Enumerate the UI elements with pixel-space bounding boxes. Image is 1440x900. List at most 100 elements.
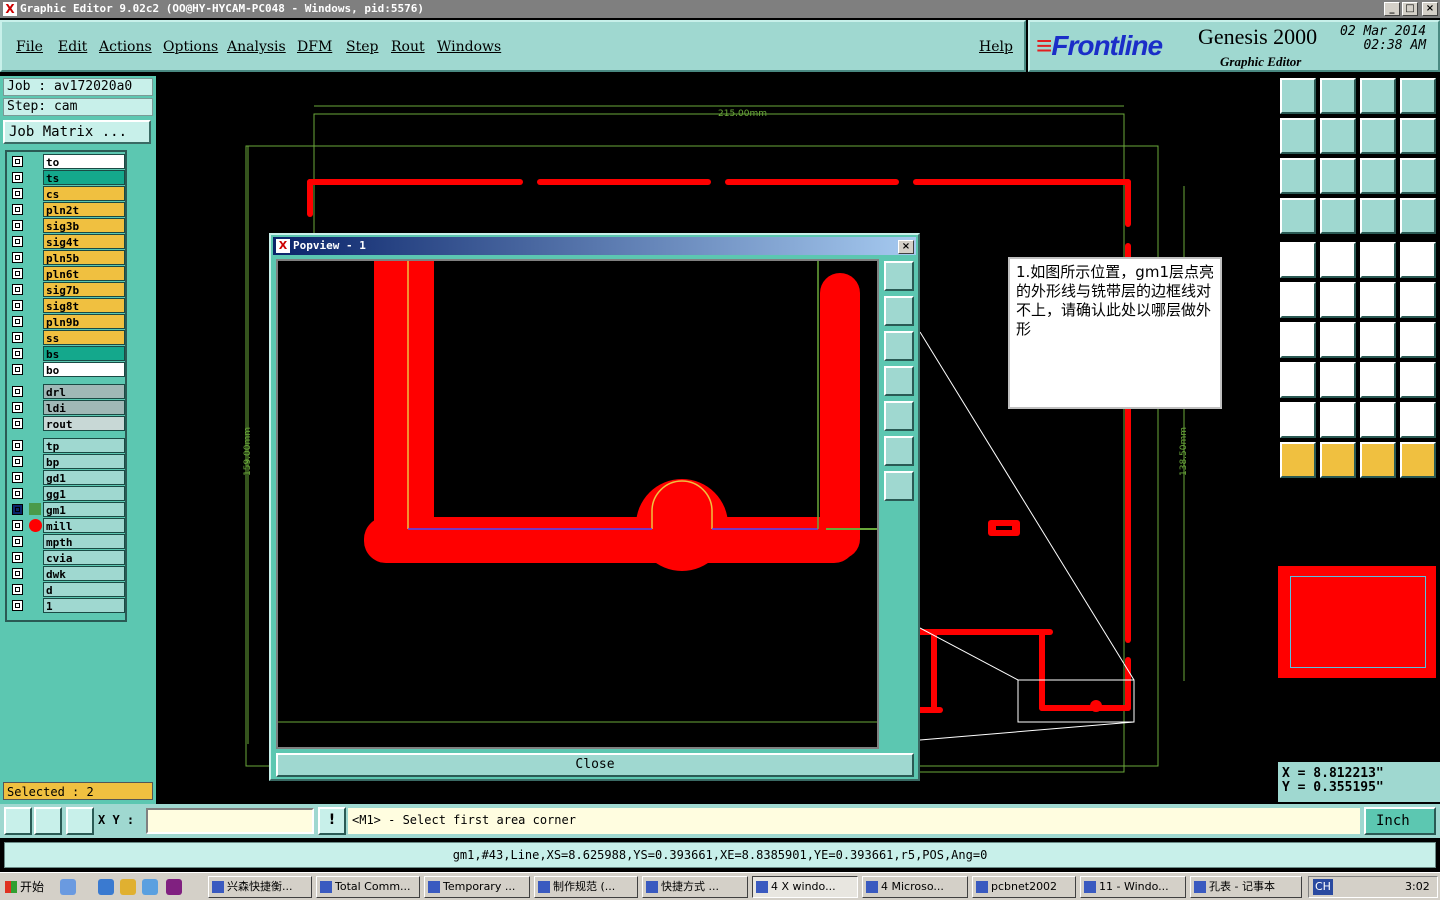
measure-icon[interactable]: [1360, 362, 1396, 398]
xy-input[interactable]: [146, 808, 314, 834]
layer-row-bo[interactable]: bo: [9, 362, 125, 377]
layer-row-dwk[interactable]: dwk: [9, 566, 125, 581]
layer-checkbox[interactable]: [12, 456, 23, 467]
layer-row-gd1[interactable]: gd1: [9, 470, 125, 485]
pad-icon[interactable]: [1400, 242, 1436, 278]
save-icon[interactable]: [1320, 78, 1356, 114]
layer-row-1[interactable]: 1: [9, 598, 125, 613]
layer-row-pln5b[interactable]: pln5b: [9, 250, 125, 265]
layer-name[interactable]: gg1: [43, 486, 125, 501]
pan-left-button[interactable]: [884, 366, 914, 396]
menu-dfm[interactable]: DFM: [297, 39, 332, 55]
settings-icon[interactable]: [1280, 198, 1316, 234]
layer-name[interactable]: drl: [43, 384, 125, 399]
drill-icon[interactable]: [1360, 198, 1396, 234]
popview-close-button[interactable]: Close: [276, 753, 914, 777]
layer-row-bp[interactable]: bp: [9, 454, 125, 469]
tri1-icon[interactable]: [1280, 402, 1316, 438]
taskbar-item[interactable]: 兴森快捷衡...: [208, 876, 312, 898]
layer-name[interactable]: pln2t: [43, 202, 125, 217]
taskbar-item[interactable]: 制作规范 (...: [534, 876, 638, 898]
route-icon[interactable]: [1400, 118, 1436, 154]
layer-checkbox[interactable]: [12, 300, 23, 311]
layer-name[interactable]: 1: [43, 598, 125, 613]
layer-checkbox[interactable]: [12, 472, 23, 483]
layer-name[interactable]: gd1: [43, 470, 125, 485]
layer-checkbox[interactable]: [12, 402, 23, 413]
layer-row-drl[interactable]: drl: [9, 384, 125, 399]
tri2-icon[interactable]: [1320, 402, 1356, 438]
layer-row-gg1[interactable]: gg1: [9, 486, 125, 501]
zoom-fit-icon[interactable]: [1280, 158, 1316, 194]
pan-down-button[interactable]: [884, 331, 914, 361]
layer-name[interactable]: pln5b: [43, 250, 125, 265]
layer-checkbox[interactable]: [12, 536, 23, 547]
layer-checkbox[interactable]: [12, 204, 23, 215]
layer-checkbox[interactable]: [12, 284, 23, 295]
ie-icon[interactable]: [98, 879, 114, 895]
app-icon[interactable]: [142, 879, 158, 895]
pointer2-icon[interactable]: [1320, 442, 1356, 478]
fit-button[interactable]: [884, 471, 914, 501]
layer-name[interactable]: rout: [43, 416, 125, 431]
layer-checkbox[interactable]: [12, 316, 23, 327]
menu-help[interactable]: Help: [979, 39, 1013, 55]
layer-name[interactable]: cvia: [43, 550, 125, 565]
zoom-in-button[interactable]: [884, 261, 914, 291]
taskbar-item[interactable]: 快捷方式 ...: [642, 876, 748, 898]
layer-name[interactable]: sig7b: [43, 282, 125, 297]
layer-row-sig8t[interactable]: sig8t: [9, 298, 125, 313]
menu-analysis[interactable]: Analysis: [227, 39, 286, 55]
minimize-button[interactable]: _: [1384, 2, 1400, 16]
layer-name[interactable]: sig8t: [43, 298, 125, 313]
layer-name[interactable]: dwk: [43, 566, 125, 581]
layer-checkbox[interactable]: [12, 188, 23, 199]
layer-checkbox[interactable]: [12, 386, 23, 397]
zoom-out-button[interactable]: [884, 436, 914, 466]
pointer-icon[interactable]: [1280, 442, 1316, 478]
tri3-icon[interactable]: [1360, 402, 1396, 438]
connect-icon[interactable]: [1400, 362, 1436, 398]
layer-name[interactable]: to: [43, 154, 125, 169]
taskbar-item[interactable]: 4 Microso...: [862, 876, 968, 898]
xwin-icon[interactable]: [166, 879, 182, 895]
ime-indicator[interactable]: CH: [1313, 879, 1333, 895]
start-button[interactable]: 开始: [2, 876, 50, 898]
layer-row-pln2t[interactable]: pln2t: [9, 202, 125, 217]
minus-icon[interactable]: [1320, 362, 1356, 398]
menu-file[interactable]: File: [16, 39, 43, 55]
window-icon[interactable]: [1400, 78, 1436, 114]
node-icon[interactable]: [1280, 282, 1316, 318]
layer-row-sig7b[interactable]: sig7b: [9, 282, 125, 297]
layer-right-icon[interactable]: [1320, 118, 1356, 154]
layer-name[interactable]: mill: [43, 518, 125, 533]
layer-checkbox[interactable]: [12, 156, 23, 167]
layer-checkbox[interactable]: [12, 236, 23, 247]
layer-checkbox[interactable]: [12, 568, 23, 579]
menu-actions[interactable]: Actions: [99, 39, 152, 55]
arc2-icon[interactable]: [1400, 282, 1436, 318]
taskbar-item[interactable]: 4 X windo...: [752, 876, 858, 898]
layer-name[interactable]: d: [43, 582, 125, 597]
pointer3-icon[interactable]: [1360, 442, 1396, 478]
measure-icon[interactable]: [34, 807, 62, 835]
menu-rout[interactable]: Rout: [391, 39, 425, 55]
taskbar-item[interactable]: Temporary ...: [424, 876, 530, 898]
line-icon[interactable]: [1320, 242, 1356, 278]
layer-checkbox[interactable]: [12, 488, 23, 499]
layer-name[interactable]: bo: [43, 362, 125, 377]
layer-checkbox[interactable]: [12, 252, 23, 263]
layer-name[interactable]: ldi: [43, 400, 125, 415]
rotate-icon[interactable]: [1360, 322, 1396, 358]
layer-checkbox[interactable]: [12, 172, 23, 183]
layer-row-pln6t[interactable]: pln6t: [9, 266, 125, 281]
ruler-icon[interactable]: [1360, 242, 1396, 278]
job-matrix-button[interactable]: Job Matrix ...: [3, 120, 151, 144]
layer-checkbox[interactable]: [12, 600, 23, 611]
angle-icon[interactable]: [1280, 322, 1316, 358]
undo-icon[interactable]: [1360, 118, 1396, 154]
open-icon[interactable]: [1280, 78, 1316, 114]
layer-name[interactable]: pln6t: [43, 266, 125, 281]
snap-icon[interactable]: [4, 807, 32, 835]
layer-name[interactable]: sig4t: [43, 234, 125, 249]
